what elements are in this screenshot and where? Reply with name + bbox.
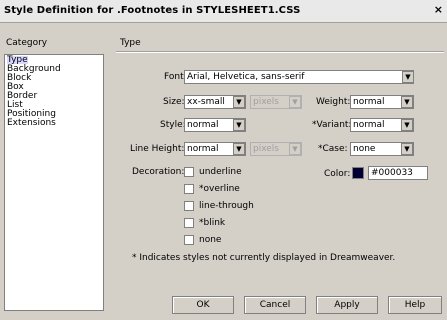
footnote-text: * Indicates styles not currently display… [132, 253, 396, 263]
case-label: *Case: [318, 144, 348, 154]
close-icon[interactable]: × [434, 3, 443, 16]
apply-button[interactable]: Apply [316, 296, 378, 314]
chevron-down-icon[interactable]: ▼ [401, 119, 413, 131]
size-label: Size: [163, 97, 185, 107]
decoration-label: Decoration: [132, 167, 185, 177]
none-checkbox[interactable] [184, 235, 194, 245]
chevron-down-icon[interactable]: ▼ [401, 143, 413, 155]
category-item-border[interactable]: Border [7, 92, 37, 101]
overline-checkbox[interactable] [184, 184, 194, 194]
category-item-box[interactable]: Box [7, 83, 24, 92]
panel-divider [116, 51, 444, 53]
blink-label: *blink [199, 218, 226, 228]
category-item-block[interactable]: Block [7, 74, 31, 83]
category-item-background[interactable]: Background [7, 65, 61, 74]
category-list[interactable]: Type Background Block Box Border List Po… [4, 54, 104, 311]
panel-header: Type [120, 38, 141, 48]
chevron-down-icon[interactable]: ▼ [401, 96, 413, 108]
chevron-down-icon[interactable]: ▼ [233, 119, 245, 131]
line-height-label: Line Height: [130, 144, 185, 154]
category-item-type[interactable]: Type [7, 56, 28, 65]
category-item-positioning[interactable]: Positioning [7, 110, 56, 119]
chevron-down-icon[interactable]: ▼ [233, 143, 245, 155]
chevron-down-icon[interactable]: ▼ [402, 71, 414, 83]
ok-button[interactable]: OK [172, 296, 234, 314]
style-label: Style: [160, 120, 186, 130]
help-button[interactable]: Help [388, 296, 442, 314]
category-item-list[interactable]: List [7, 101, 23, 110]
variant-label: *Variant: [312, 120, 352, 130]
none-label: none [199, 235, 222, 245]
category-item-extensions[interactable]: Extensions [7, 119, 56, 128]
window-title: Style Definition for .Footnotes in STYLE… [4, 5, 301, 16]
color-label: Color: [324, 169, 351, 179]
cancel-button[interactable]: Cancel [244, 296, 306, 314]
title-bar: Style Definition for .Footnotes in STYLE… [0, 0, 447, 23]
underline-label: underline [199, 167, 242, 177]
chevron-down-icon[interactable]: ▼ [233, 96, 245, 108]
chevron-down-icon: ▼ [289, 96, 301, 108]
overline-label: *overline [199, 184, 240, 194]
category-header: Category [6, 38, 48, 48]
color-swatch[interactable] [352, 167, 364, 179]
blink-checkbox[interactable] [184, 218, 194, 228]
chevron-down-icon: ▼ [289, 143, 301, 155]
weight-label: Weight: [316, 97, 351, 107]
font-select[interactable]: Arial, Helvetica, sans-serif [184, 70, 414, 84]
color-input[interactable]: #000033 [368, 166, 428, 180]
underline-checkbox[interactable] [184, 167, 194, 177]
line-through-checkbox[interactable] [184, 201, 194, 211]
line-through-label: line-through [199, 201, 254, 211]
